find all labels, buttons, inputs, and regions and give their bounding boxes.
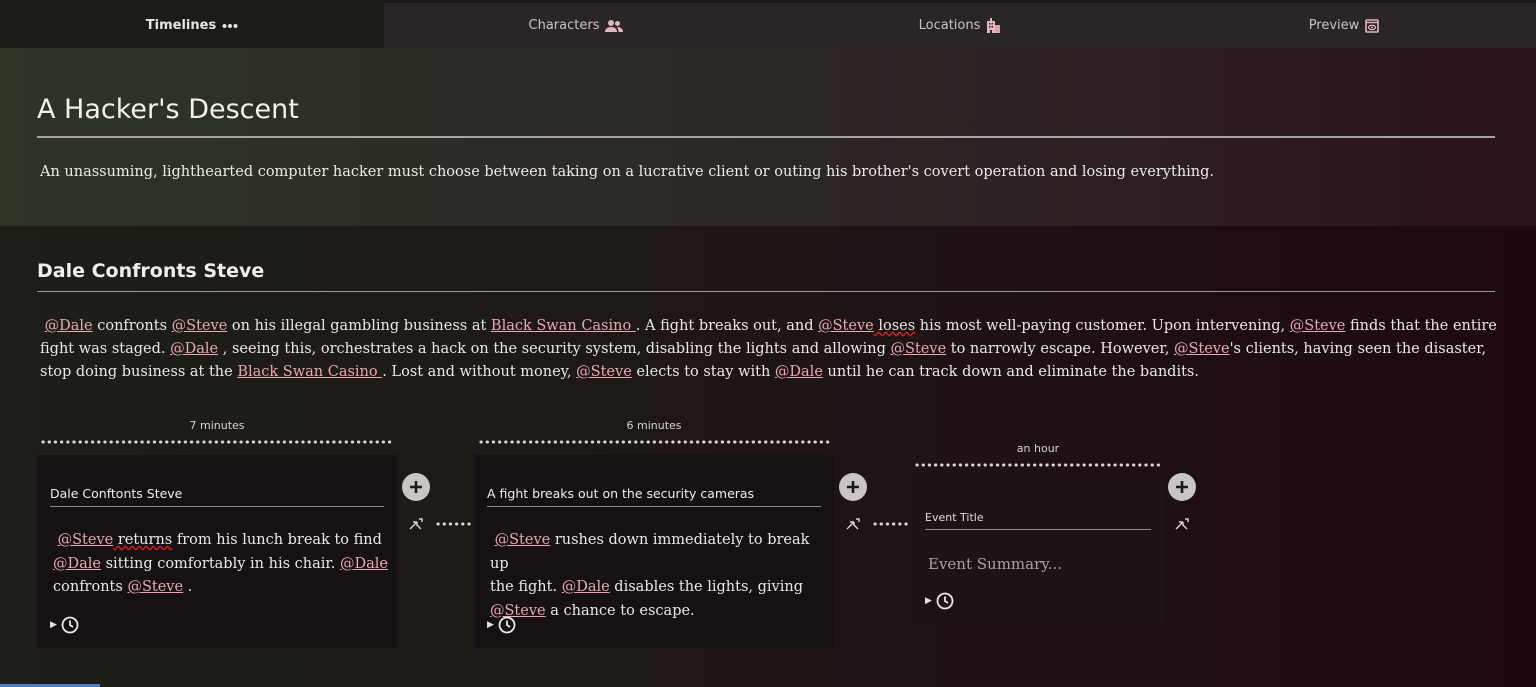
story-logline[interactable]: An unassuming, lighthearted computer hac… bbox=[40, 164, 1214, 180]
mention-dale[interactable]: @Dale bbox=[53, 556, 101, 572]
event-title-divider bbox=[487, 506, 821, 507]
event-text: from his lunch break to find bbox=[172, 532, 382, 548]
event-text: the fight. bbox=[490, 579, 562, 595]
clock-icon[interactable] bbox=[936, 592, 954, 610]
tab-locations[interactable]: Locations bbox=[768, 3, 1152, 48]
summary-text: loses bbox=[873, 318, 916, 334]
event-text: sitting comfortably in his chair. bbox=[101, 555, 340, 572]
ellipsis-icon bbox=[222, 23, 238, 28]
location-link[interactable]: Black Swan Casino bbox=[237, 364, 382, 380]
event-card[interactable]: A fight breaks out on the security camer… bbox=[474, 455, 834, 648]
mention-steve[interactable]: @Steve bbox=[1290, 318, 1346, 334]
mention-dale[interactable]: @Dale bbox=[170, 341, 218, 357]
branch-icon[interactable] bbox=[1174, 516, 1190, 532]
mention-dale[interactable]: @Dale bbox=[45, 318, 93, 334]
scene-title[interactable]: Dale Confronts Steve bbox=[37, 260, 264, 282]
summary-text: on his illegal gambling business at bbox=[227, 318, 491, 334]
event-text: confronts bbox=[53, 579, 128, 595]
mention-steve[interactable]: @Steve bbox=[58, 532, 114, 548]
summary-text: , seeing this, orchestrates a hack on th… bbox=[218, 341, 891, 357]
scene-divider bbox=[37, 291, 1495, 292]
event-text: returns bbox=[113, 532, 173, 548]
summary-text: until he can track down and eliminate th… bbox=[822, 364, 1199, 380]
tab-characters-label: Characters bbox=[528, 18, 600, 33]
event-title-divider bbox=[50, 506, 384, 507]
event-footer: ▶ bbox=[50, 616, 79, 634]
mention-steve[interactable]: @Steve bbox=[127, 579, 183, 595]
summary-text: . Lost and without money, bbox=[382, 364, 577, 380]
play-icon[interactable]: ▶ bbox=[925, 596, 932, 606]
connector-dots bbox=[435, 522, 473, 526]
summary-text: confronts bbox=[92, 318, 172, 334]
tab-preview[interactable]: Preview bbox=[1152, 3, 1536, 48]
tab-characters[interactable]: Characters bbox=[384, 3, 768, 48]
duration-dots[interactable] bbox=[478, 440, 831, 444]
clock-icon[interactable] bbox=[498, 616, 516, 634]
duration-dots[interactable] bbox=[40, 440, 393, 444]
add-event-button[interactable] bbox=[402, 473, 430, 501]
location-link[interactable]: Black Swan Casino bbox=[491, 318, 636, 334]
duration-dots[interactable] bbox=[914, 463, 1162, 467]
mention-steve[interactable]: @Steve bbox=[172, 318, 228, 334]
mention-steve[interactable]: @Steve bbox=[576, 364, 632, 380]
event-text: disables the lights, giving bbox=[609, 579, 803, 595]
tab-timelines[interactable]: Timelines bbox=[0, 3, 384, 48]
top-tab-bar: Timelines Characters Locations Preview bbox=[0, 0, 1536, 48]
story-title[interactable]: A Hacker's Descent bbox=[37, 94, 299, 125]
mention-dale[interactable]: @Dale bbox=[340, 556, 388, 572]
event-title-divider bbox=[925, 529, 1151, 530]
summary-text: to narrowly escape. However, bbox=[946, 341, 1174, 357]
event-duration: an hour bbox=[1016, 442, 1060, 455]
play-icon[interactable]: ▶ bbox=[50, 620, 57, 630]
event-duration: 6 minutes bbox=[626, 419, 682, 432]
users-icon bbox=[605, 19, 624, 32]
event-title-input[interactable]: Event Title bbox=[925, 511, 984, 524]
event-duration: 7 minutes bbox=[189, 419, 245, 432]
plus-icon bbox=[410, 481, 422, 493]
event-summary[interactable]: @Steve returns from his lunch break to f… bbox=[53, 529, 393, 600]
tab-locations-label: Locations bbox=[918, 18, 981, 33]
summary-text: his most well-paying customer. Upon inte… bbox=[915, 318, 1290, 334]
tab-preview-label: Preview bbox=[1308, 18, 1360, 33]
connector-dots bbox=[872, 522, 910, 526]
mention-steve[interactable]: @Steve bbox=[818, 318, 874, 334]
event-footer: ▶ bbox=[925, 592, 954, 610]
mention-steve[interactable]: @Steve bbox=[495, 532, 551, 548]
scene-summary[interactable]: @Dale confronts @Steve on his illegal ga… bbox=[40, 315, 1500, 384]
summary-text: elects to stay with bbox=[631, 364, 775, 380]
buildings-icon bbox=[987, 18, 1001, 33]
title-divider bbox=[37, 136, 1495, 138]
mention-dale[interactable]: @Dale bbox=[562, 579, 610, 595]
tab-timelines-label: Timelines bbox=[145, 18, 217, 33]
summary-text: . A fight breaks out, and bbox=[635, 318, 819, 334]
add-event-button[interactable] bbox=[839, 473, 867, 501]
event-summary-input[interactable]: Event Summary... bbox=[928, 553, 1154, 577]
mention-dale[interactable]: @Dale bbox=[775, 364, 823, 380]
event-title[interactable]: A fight breaks out on the security camer… bbox=[487, 486, 754, 501]
event-card[interactable]: Dale Conftonts Steve @Steve returns from… bbox=[37, 455, 397, 648]
mention-steve[interactable]: @Steve bbox=[1174, 341, 1230, 357]
branch-icon[interactable] bbox=[845, 516, 861, 532]
mention-steve[interactable]: @Steve bbox=[891, 341, 947, 357]
event-text: . bbox=[183, 579, 193, 595]
clock-icon[interactable] bbox=[61, 616, 79, 634]
event-footer: ▶ bbox=[487, 616, 516, 634]
event-title[interactable]: Dale Conftonts Steve bbox=[50, 486, 182, 501]
add-event-button[interactable] bbox=[1168, 473, 1196, 501]
event-text: a chance to escape. bbox=[545, 602, 695, 619]
branch-icon[interactable] bbox=[408, 516, 424, 532]
plus-icon bbox=[847, 481, 859, 493]
play-icon[interactable]: ▶ bbox=[487, 620, 494, 630]
event-card-new[interactable]: Event Title Event Summary... ▶ bbox=[912, 478, 1164, 624]
plus-icon bbox=[1176, 481, 1188, 493]
event-summary[interactable]: @Steve rushes down immediately to break … bbox=[490, 529, 830, 623]
preview-icon bbox=[1365, 18, 1380, 33]
